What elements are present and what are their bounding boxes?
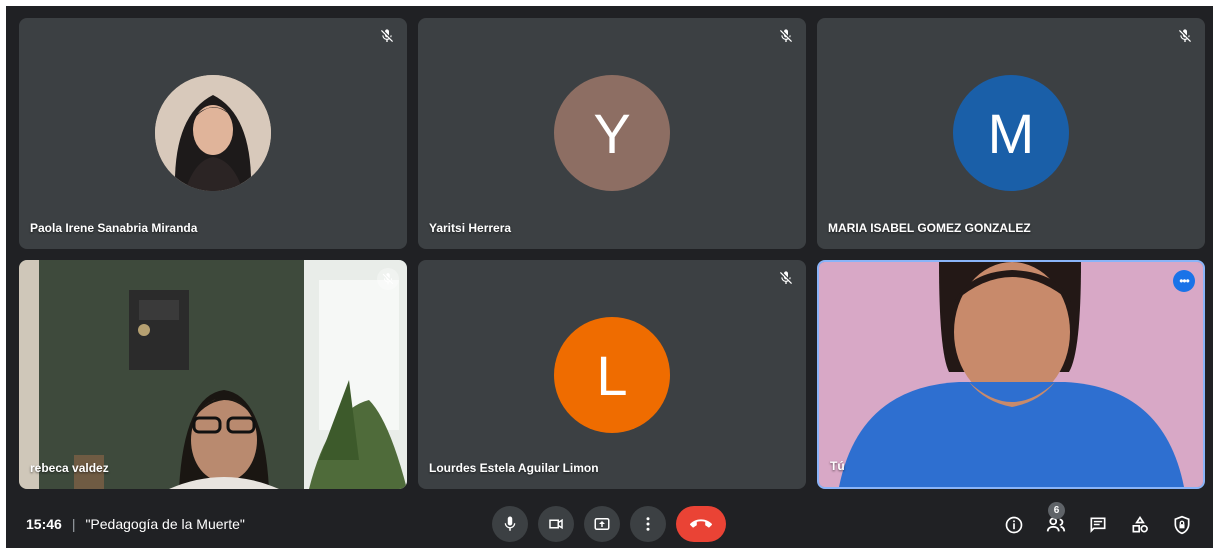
meeting-separator: | — [71, 516, 76, 532]
side-panel-controls: 6 — [997, 502, 1199, 542]
chat-icon — [1090, 517, 1106, 533]
participant-tile-self[interactable]: ••• Tú — [817, 260, 1205, 489]
more-options-toolbar-button[interactable] — [630, 506, 666, 542]
mic-icon — [504, 516, 516, 531]
meeting-details-button[interactable] — [997, 508, 1031, 542]
more-options-button[interactable]: ••• — [1173, 270, 1195, 292]
mic-off-icon — [1179, 29, 1191, 42]
participants-count-badge: 6 — [1048, 502, 1065, 519]
meeting-title: "Pedagogía de la Muerte" — [85, 516, 245, 532]
call-end-icon — [690, 519, 712, 528]
participant-tile-paola[interactable]: Paola Irene Sanabria Miranda — [19, 18, 407, 249]
mic-off-icon — [780, 29, 792, 42]
meeting-info: 15:46 | "Pedagogía de la Muerte" — [26, 516, 245, 532]
participant-photo — [155, 75, 271, 191]
activities-icon — [1132, 515, 1148, 533]
participant-avatar: M — [953, 75, 1069, 191]
activities-button[interactable] — [1123, 508, 1157, 542]
participant-video — [19, 260, 407, 489]
mic-off-icon — [377, 268, 399, 290]
host-controls-icon — [1174, 515, 1190, 535]
participant-name: Tú — [830, 459, 845, 473]
participant-tile-maria[interactable]: M MARIA ISABEL GOMEZ GONZALEZ — [817, 18, 1205, 249]
avatar-initial: Y — [593, 101, 631, 165]
avatar-initial: M — [987, 101, 1035, 165]
info-icon — [1005, 516, 1023, 534]
participant-name: rebeca valdez — [30, 461, 109, 475]
meeting-time: 15:46 — [26, 516, 62, 532]
participant-avatar: L — [554, 317, 670, 433]
present-screen-icon — [594, 518, 610, 530]
meet-window: Paola Irene Sanabria Miranda Y Yaritsi H… — [6, 6, 1213, 548]
mic-off-icon — [780, 271, 792, 284]
avatar-initial: L — [596, 343, 628, 407]
call-controls — [492, 506, 726, 542]
self-video — [819, 262, 1203, 487]
bottom-toolbar: 15:46 | "Pedagogía de la Muerte" 6 — [6, 500, 1213, 548]
participants-button[interactable]: 6 — [1039, 502, 1073, 542]
chat-button[interactable] — [1081, 508, 1115, 542]
more-vert-icon — [646, 517, 650, 531]
participant-name: Yaritsi Herrera — [429, 221, 512, 235]
participant-tile-yaritsi[interactable]: Y Yaritsi Herrera — [418, 18, 806, 249]
host-controls-button[interactable] — [1165, 508, 1199, 542]
participant-tile-lourdes[interactable]: L Lourdes Estela Aguilar Limon — [418, 260, 806, 489]
participant-avatar: Y — [554, 75, 670, 191]
participant-tile-rebeca[interactable]: rebeca valdez — [19, 260, 407, 489]
participant-name: MARIA ISABEL GOMEZ GONZALEZ — [828, 221, 1031, 235]
end-call-button[interactable] — [676, 506, 726, 542]
mic-off-icon — [381, 29, 393, 42]
mic-button[interactable] — [492, 506, 528, 542]
present-screen-button[interactable] — [584, 506, 620, 542]
camera-icon — [549, 518, 563, 530]
camera-button[interactable] — [538, 506, 574, 542]
participant-name: Lourdes Estela Aguilar Limon — [429, 461, 599, 475]
participant-name: Paola Irene Sanabria Miranda — [30, 221, 198, 235]
